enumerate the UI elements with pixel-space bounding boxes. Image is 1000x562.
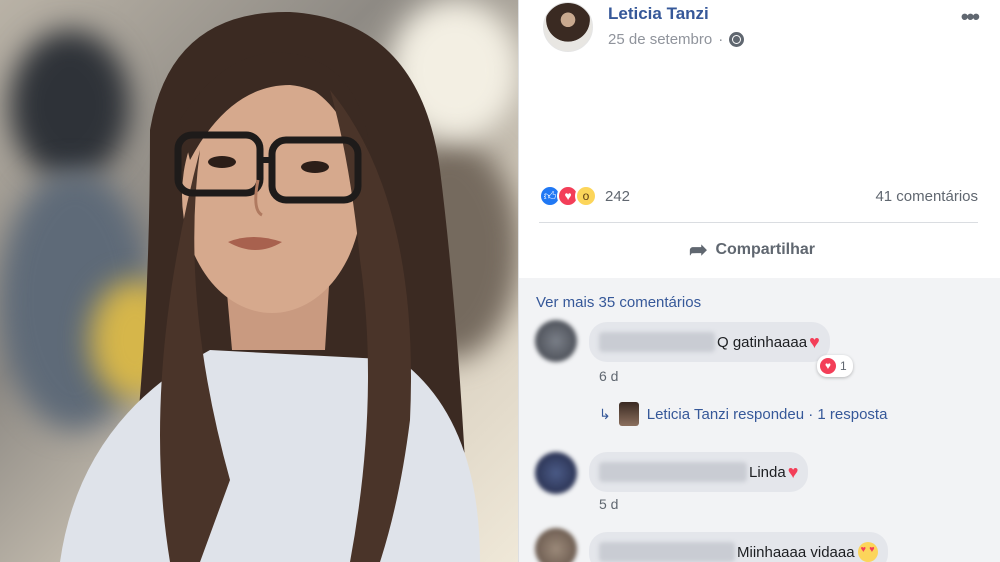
reply-summary[interactable]: ↳ Leticia Tanzi respondeu · 1 resposta <box>599 402 887 426</box>
globe-icon[interactable] <box>729 32 745 47</box>
comment-text: Linda <box>749 463 786 481</box>
comments-count-link[interactable]: 41 comentários <box>875 188 978 205</box>
share-label: Compartilhar <box>715 241 816 258</box>
comment-reaction-count: 1 <box>840 359 847 373</box>
post-date[interactable]: 25 de setembro <box>608 31 712 48</box>
comment-time[interactable]: 5 d <box>599 496 618 512</box>
commenter-name-blurred[interactable] <box>599 542 735 562</box>
portrait-illustration <box>60 11 480 562</box>
wow-icon: o <box>575 185 597 207</box>
comment-time[interactable]: 6 d <box>599 368 618 384</box>
comment-text: Miinhaaaa vidaaa <box>737 543 855 561</box>
reactions-summary[interactable]: 👍︎ ♥ o 242 <box>539 185 630 207</box>
reply-label: Leticia Tanzi respondeu · 1 resposta <box>646 405 888 423</box>
divider <box>539 222 978 223</box>
comment-bubble: Q gatinhaaaa ♥ <box>589 322 830 362</box>
share-button[interactable]: ➦ Compartilhar <box>689 237 815 263</box>
commenter-name-blurred[interactable] <box>599 462 747 482</box>
comment-bubble: Linda ♥ <box>589 452 809 492</box>
commenter-avatar[interactable] <box>535 528 577 562</box>
reply-avatar <box>618 402 639 426</box>
heart-emoji-icon: ♥ <box>787 461 799 482</box>
post-photo[interactable] <box>0 0 518 562</box>
see-more-comments-link[interactable]: Ver mais 35 comentários <box>536 294 701 311</box>
comment-reaction-badge[interactable]: ♥ 1 <box>817 355 853 377</box>
more-options-icon[interactable]: ••• <box>961 4 980 30</box>
love-icon: ♥ <box>820 358 836 374</box>
heart-emoji-icon: ♥ <box>809 331 820 352</box>
meta-separator: · <box>718 31 724 48</box>
reaction-count: 242 <box>605 187 631 205</box>
author-avatar[interactable] <box>543 2 593 52</box>
reply-arrow-icon: ↳ <box>599 405 611 422</box>
commenter-avatar[interactable] <box>535 452 577 494</box>
heart-eyes-emoji-icon <box>857 542 878 562</box>
author-name[interactable]: Leticia Tanzi <box>608 4 709 24</box>
comment-bubble: Miinhaaaa vidaaa <box>589 532 888 562</box>
comment-text: Q gatinhaaaa <box>717 333 808 351</box>
post-panel: Leticia Tanzi 25 de setembro · ••• 👍︎ ♥ … <box>518 0 1000 562</box>
share-arrow-icon: ➦ <box>689 237 708 262</box>
post-meta: 25 de setembro · <box>608 31 745 48</box>
commenter-avatar[interactable] <box>535 320 577 362</box>
commenter-name-blurred[interactable] <box>599 332 715 352</box>
